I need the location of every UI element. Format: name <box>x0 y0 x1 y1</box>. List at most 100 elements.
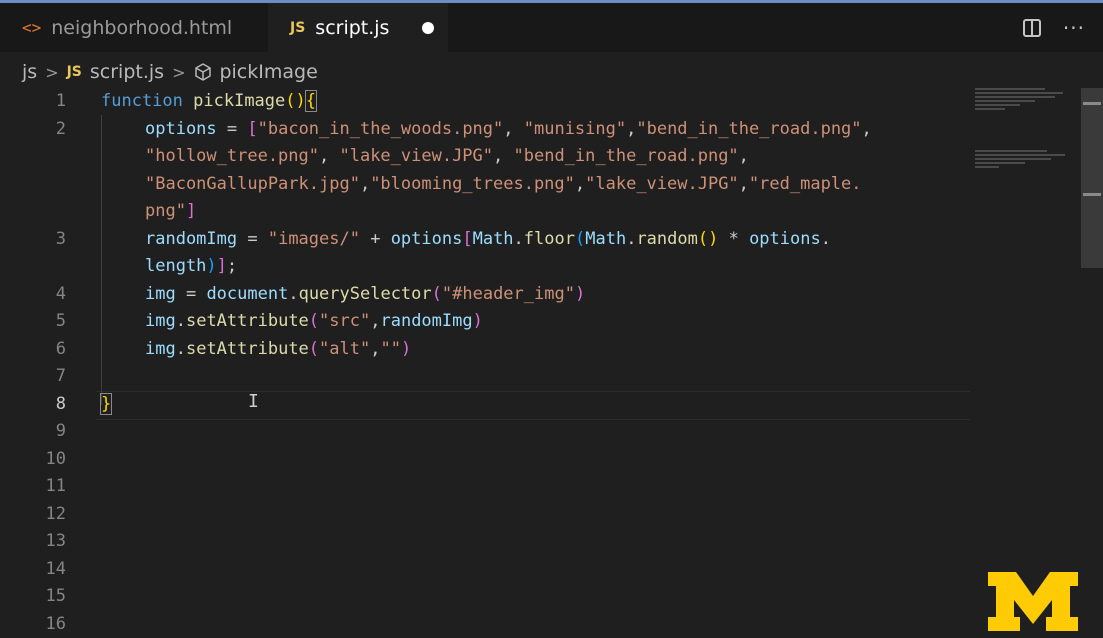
scrollbar-thumb[interactable] <box>1081 88 1103 268</box>
code-editor[interactable]: 1 2 3 4 5 6 7 8 9 10 11 12 13 14 15 16 f… <box>0 88 1080 631</box>
line-number: 10 <box>0 446 66 474</box>
line-number: 16 <box>0 611 66 638</box>
breadcrumb-symbol[interactable]: pickImage <box>193 61 317 83</box>
function-name: setAttribute <box>186 311 309 331</box>
block-m-logo <box>988 572 1078 631</box>
vertical-scrollbar[interactable] <box>1081 88 1103 631</box>
code-line: function pickImage(){ <box>101 88 971 116</box>
editor-actions: ··· <box>1023 3 1085 52</box>
variable: Math <box>473 229 514 249</box>
minimap-line <box>975 150 1047 152</box>
variable: randomImg <box>145 229 237 249</box>
string-literal: "munising" <box>524 119 626 139</box>
breadcrumb-file-label: script.js <box>90 61 164 83</box>
variable: randomImg <box>380 311 472 331</box>
code-line-empty <box>101 363 971 391</box>
minimap-line <box>975 104 1020 106</box>
code-line: img = document.querySelector("#header_im… <box>101 281 971 309</box>
tab-script-js[interactable]: JS script.js <box>268 3 448 52</box>
code-line: options = ["bacon_in_the_woods.png", "mu… <box>101 116 971 144</box>
js-file-icon: JS <box>290 20 305 36</box>
scrollbar-marker <box>1083 102 1101 105</box>
string-literal: "lake_view.JPG" <box>339 146 493 166</box>
tab-label: script.js <box>315 17 389 39</box>
line-number: 1 <box>0 88 66 116</box>
cube-method-icon <box>193 62 213 82</box>
variable: length <box>145 256 206 276</box>
line-number: 12 <box>0 501 66 529</box>
minimap-line <box>975 108 1005 110</box>
chevron-right-icon: > <box>45 63 58 82</box>
minimap-line <box>975 88 1045 90</box>
string-literal: "" <box>380 339 400 359</box>
text-cursor-icon: I <box>248 391 259 412</box>
line-number: 4 <box>0 281 66 309</box>
tab-label: neighborhood.html <box>51 17 232 39</box>
minimap-line <box>975 158 1051 160</box>
string-literal: "hollow_tree.png" <box>145 146 319 166</box>
variable: img <box>145 284 176 304</box>
string-literal: "bacon_in_the_woods.png" <box>258 119 504 139</box>
function-name: random <box>636 229 697 249</box>
line-number <box>0 198 66 226</box>
variable: options <box>749 229 821 249</box>
line-number-gutter: 1 2 3 4 5 6 7 8 9 10 11 12 13 14 15 16 <box>0 88 66 638</box>
breadcrumb-folder[interactable]: js <box>22 61 37 83</box>
variable: options <box>145 119 217 139</box>
line-number: 7 <box>0 363 66 391</box>
tab-neighborhood-html[interactable]: <> neighborhood.html <box>0 3 268 52</box>
code-line: img.setAttribute("alt","") <box>101 336 971 364</box>
code-line-wrap: png"] <box>101 198 971 226</box>
variable: options <box>391 229 463 249</box>
line-number: 15 <box>0 583 66 611</box>
line-number: 11 <box>0 473 66 501</box>
code-line-wrap: "hollow_tree.png", "lake_view.JPG", "ben… <box>101 143 971 171</box>
code-line: } <box>101 391 971 419</box>
minimap-line <box>975 166 999 168</box>
variable: img <box>145 339 176 359</box>
keyword: function <box>101 91 183 111</box>
breadcrumb: js > JS script.js > pickImage <box>0 52 1103 92</box>
js-file-icon: JS <box>67 64 82 80</box>
minimap-line <box>975 154 1065 156</box>
code-lines[interactable]: function pickImage(){ options = ["bacon_… <box>101 88 971 418</box>
closing-brace: } <box>101 394 111 414</box>
variable: document <box>206 284 288 304</box>
more-actions-icon[interactable]: ··· <box>1063 16 1085 40</box>
code-line-wrap: length)]; <box>101 253 971 281</box>
line-number <box>0 143 66 171</box>
line-number: 13 <box>0 528 66 556</box>
line-number: 2 <box>0 116 66 144</box>
string-literal: "src" <box>319 311 370 331</box>
line-number <box>0 171 66 199</box>
line-number-active: 8 <box>0 391 66 419</box>
string-literal: "BaconGallupPark.jpg" <box>145 174 360 194</box>
minimap[interactable] <box>975 88 1075 198</box>
line-number: 6 <box>0 336 66 364</box>
split-editor-icon[interactable] <box>1023 19 1041 37</box>
string-literal: "images/" <box>268 229 360 249</box>
minimap-line <box>975 162 1025 164</box>
chevron-right-icon: > <box>172 63 185 82</box>
code-line: img.setAttribute("src",randomImg) <box>101 308 971 336</box>
variable: Math <box>585 229 626 249</box>
function-name: querySelector <box>299 284 432 304</box>
string-literal: "bend_in_the_road.png" <box>514 146 739 166</box>
line-number: 9 <box>0 418 66 446</box>
variable: img <box>145 311 176 331</box>
minimap-line <box>975 100 1035 102</box>
line-number <box>0 253 66 281</box>
minimap-line <box>975 96 1055 98</box>
unsaved-dot-icon[interactable] <box>422 22 434 34</box>
string-literal: "alt" <box>319 339 370 359</box>
string-literal: "#header_img" <box>442 284 575 304</box>
line-number: 5 <box>0 308 66 336</box>
code-line: randomImg = "images/" + options[Math.flo… <box>101 226 971 254</box>
minimap-line <box>975 92 1063 94</box>
string-literal: "lake_view.JPG" <box>585 174 739 194</box>
string-literal: "red_maple. <box>749 174 862 194</box>
breadcrumb-file[interactable]: JS script.js <box>67 61 164 83</box>
line-number: 3 <box>0 226 66 254</box>
tab-bar: <> neighborhood.html JS script.js ··· <box>0 3 1103 52</box>
string-literal: png" <box>145 201 186 221</box>
